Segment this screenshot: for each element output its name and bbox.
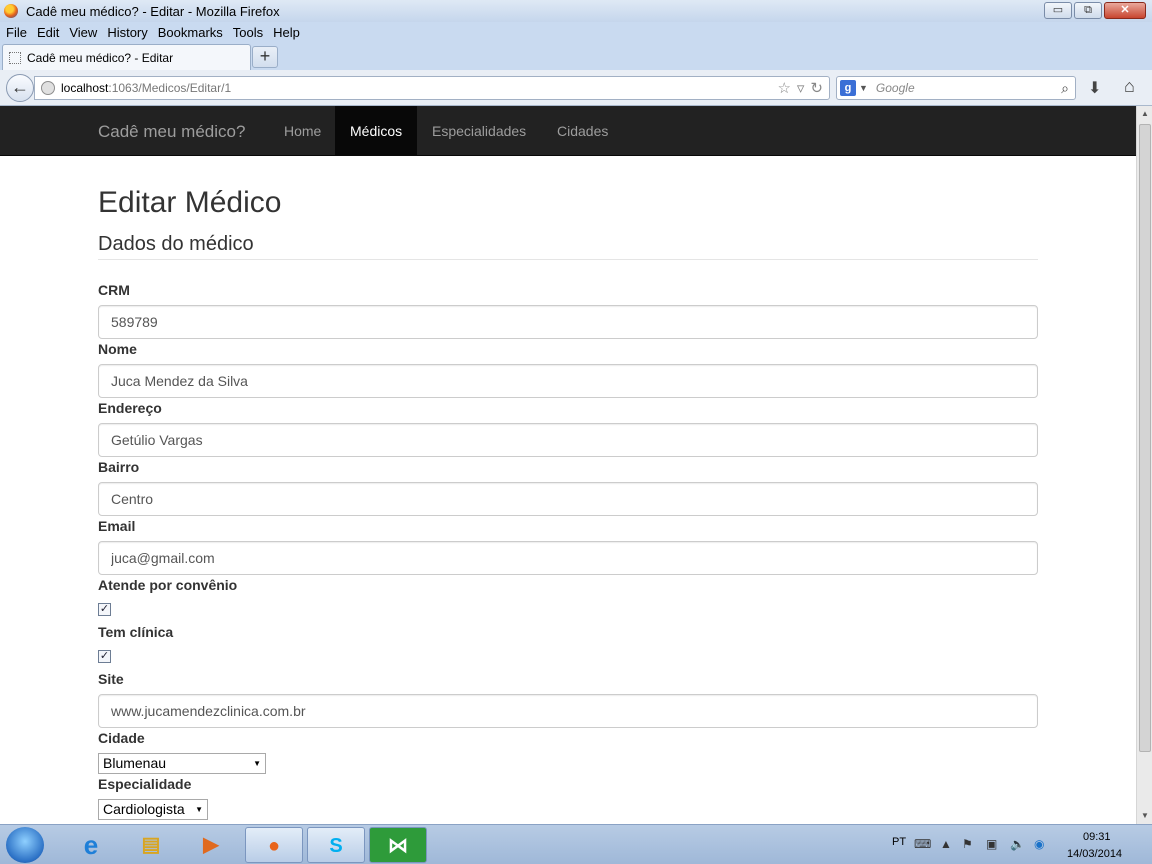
window-titlebar: Cadê meu médico? - Editar - Mozilla Fire… (0, 0, 1152, 22)
bairro-input[interactable] (98, 482, 1038, 516)
nav-especialidades[interactable]: Especialidades (417, 106, 541, 156)
endereco-input[interactable] (98, 423, 1038, 457)
restore-button[interactable]: ⧉ (1074, 2, 1102, 19)
menu-tools[interactable]: Tools (233, 25, 263, 40)
download-icon[interactable]: ⬇ (1088, 78, 1101, 98)
minimize-button[interactable]: ▭ (1044, 2, 1072, 19)
language-indicator[interactable]: PT (892, 836, 906, 848)
nav-cidades[interactable]: Cidades (542, 106, 623, 156)
divider (98, 259, 1038, 260)
menu-edit[interactable]: Edit (37, 25, 59, 40)
dropdown-arrow-icon[interactable]: ▿ (797, 79, 805, 97)
section-title: Dados do médico (98, 233, 254, 255)
media-player-icon[interactable]: ▶ (182, 827, 240, 863)
tab-title: Cadê meu médico? - Editar (27, 51, 174, 65)
window-controls: ▭ ⧉ ✕ (1044, 2, 1146, 19)
scroll-up-icon[interactable]: ▲ (1137, 106, 1152, 122)
search-icon[interactable]: ⌕ (1061, 80, 1069, 97)
vertical-scrollbar[interactable]: ▲ ▼ (1136, 106, 1152, 824)
especialidade-select[interactable]: Cardiologista ▼ (98, 799, 208, 820)
crm-label: CRM (98, 282, 130, 298)
cidade-selected: Blumenau (103, 755, 167, 771)
menu-help[interactable]: Help (273, 25, 300, 40)
clock-date[interactable]: 14/03/2014 (1067, 848, 1122, 860)
email-input[interactable] (98, 541, 1038, 575)
bookmark-star-icon[interactable]: ☆ (777, 79, 790, 97)
cidade-select[interactable]: Blumenau ▼ (98, 753, 266, 774)
window-title: Cadê meu médico? - Editar - Mozilla Fire… (26, 3, 280, 19)
globe-icon (41, 81, 55, 95)
keyboard-icon[interactable]: ⌨ (914, 837, 931, 851)
url-bar[interactable]: localhost:1063/Medicos/Editar/1 ☆ ▿ ↻ (34, 76, 830, 100)
page-viewport: Cadê meu médico? Home Médicos Especialid… (0, 106, 1136, 824)
action-center-flag-icon[interactable]: ⚑ (962, 837, 973, 851)
clinica-checkbox[interactable]: ✓ (98, 650, 111, 663)
convenio-label: Atende por convênio (98, 577, 238, 593)
scroll-down-icon[interactable]: ▼ (1137, 808, 1152, 824)
email-label: Email (98, 518, 136, 534)
back-button[interactable]: ← (6, 74, 34, 102)
chevron-down-icon: ▼ (253, 759, 261, 768)
visual-studio-icon[interactable]: ⋈ (369, 827, 427, 863)
page-favicon-icon (9, 52, 21, 64)
menu-view[interactable]: View (69, 25, 97, 40)
menu-file[interactable]: File (6, 25, 27, 40)
tab-strip: Cadê meu médico? - Editar + (0, 42, 1152, 71)
crm-input[interactable] (98, 305, 1038, 339)
new-tab-button[interactable]: + (252, 46, 278, 68)
especialidade-label: Especialidade (98, 776, 192, 792)
clinica-label: Tem clínica (98, 624, 174, 640)
nome-input[interactable] (98, 364, 1038, 398)
skype-icon[interactable]: S (307, 827, 365, 863)
site-label: Site (98, 671, 124, 687)
nav-medicos[interactable]: Médicos (335, 106, 418, 156)
endereco-label: Endereço (98, 400, 162, 416)
url-host: localhost (61, 81, 109, 95)
nav-home[interactable]: Home (269, 106, 336, 156)
especialidade-selected: Cardiologista (103, 801, 185, 817)
google-engine-icon[interactable]: g (840, 80, 856, 96)
clock-time[interactable]: 09:31 (1083, 831, 1111, 843)
firefox-logo-icon (4, 4, 18, 18)
windows-taskbar: e ▤ ▶ ● S ⋈ PT ⌨ ▲ ⚑ ▣ 🔈 ◉ 09:31 14/03/2… (0, 824, 1152, 864)
browser-tab[interactable]: Cadê meu médico? - Editar (2, 44, 251, 71)
convenio-checkbox[interactable]: ✓ (98, 603, 111, 616)
search-bar[interactable]: g ▼ Google ⌕ (836, 76, 1076, 100)
page-title: Editar Médico (98, 186, 282, 219)
menu-bar: File Edit View History Bookmarks Tools H… (0, 22, 1152, 42)
volume-icon[interactable]: 🔈 (1010, 837, 1025, 851)
url-icons: ☆ ▿ ↻ (777, 79, 823, 97)
close-button[interactable]: ✕ (1104, 2, 1146, 19)
home-icon[interactable]: ⌂ (1124, 76, 1135, 97)
file-explorer-icon[interactable]: ▤ (122, 827, 180, 863)
chevron-down-icon: ▼ (195, 805, 203, 814)
show-hidden-icons-icon[interactable]: ▲ (940, 837, 952, 851)
menu-bookmarks[interactable]: Bookmarks (158, 25, 223, 40)
start-button[interactable] (6, 827, 44, 863)
url-path: :1063/Medicos/Editar/1 (108, 81, 232, 95)
navigation-toolbar: ← localhost:1063/Medicos/Editar/1 ☆ ▿ ↻ … (0, 70, 1152, 106)
url-text: localhost:1063/Medicos/Editar/1 (61, 81, 231, 95)
bairro-label: Bairro (98, 459, 140, 475)
cidade-label: Cidade (98, 730, 145, 746)
search-placeholder: Google (875, 81, 915, 95)
firefox-taskbar-icon[interactable]: ● (245, 827, 303, 863)
site-navbar: Cadê meu médico? Home Médicos Especialid… (0, 106, 1136, 156)
site-input[interactable] (98, 694, 1038, 728)
site-brand[interactable]: Cadê meu médico? (98, 122, 245, 142)
scroll-thumb[interactable] (1139, 124, 1151, 752)
network-icon[interactable]: ▣ (986, 837, 997, 851)
engine-dropdown-icon[interactable]: ▼ (859, 83, 868, 93)
app-tray-icon[interactable]: ◉ (1034, 837, 1044, 851)
back-arrow-icon: ← (11, 77, 29, 97)
nome-label: Nome (98, 341, 137, 357)
reload-icon[interactable]: ↻ (810, 79, 823, 97)
menu-history[interactable]: History (107, 25, 147, 40)
internet-explorer-icon[interactable]: e (62, 827, 120, 863)
